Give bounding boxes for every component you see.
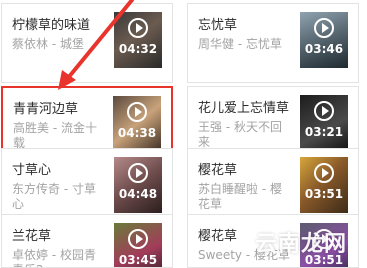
play-icon[interactable] bbox=[127, 102, 147, 122]
play-icon[interactable] bbox=[128, 18, 148, 38]
song-title[interactable]: 兰花草 bbox=[12, 225, 107, 244]
song-title[interactable]: 花儿爱上忘情草 bbox=[198, 97, 293, 116]
song-artist: 东方传奇 - 寸草心 bbox=[12, 182, 96, 211]
play-icon[interactable] bbox=[314, 18, 334, 38]
album-thumbnail[interactable]: 03:51 bbox=[300, 157, 348, 213]
play-icon[interactable] bbox=[128, 229, 148, 249]
song-title[interactable]: 柠檬草的味道 bbox=[12, 14, 107, 33]
duration-label: 03:45 bbox=[118, 253, 158, 267]
album-thumbnail[interactable]: 04:38 bbox=[113, 96, 161, 152]
song-artist: 蔡依林 - 城堡 bbox=[12, 37, 84, 51]
duration-label: 04:32 bbox=[118, 42, 158, 56]
album-thumbnail[interactable]: 03:21 bbox=[300, 95, 348, 151]
song-card-2[interactable]: 忘忧草 周华健 - 忘忧草 03:46 bbox=[187, 3, 359, 83]
song-artist: 高胜美 - 流金十载 bbox=[13, 121, 97, 150]
duration-label: 04:38 bbox=[117, 126, 157, 140]
play-icon[interactable] bbox=[314, 101, 334, 121]
song-title[interactable]: 寸草心 bbox=[12, 159, 107, 178]
song-title[interactable]: 忘忧草 bbox=[198, 14, 293, 33]
song-artist: 卓依婷 - 校园青青乐2 bbox=[12, 248, 96, 267]
song-card-1[interactable]: 柠檬草的味道 蔡依林 - 城堡 04:32 bbox=[1, 3, 173, 83]
song-artist: 周华健 - 忘忧草 bbox=[198, 37, 282, 51]
duration-label: 03:21 bbox=[304, 125, 344, 139]
play-icon[interactable] bbox=[128, 163, 148, 183]
duration-label: 03:51 bbox=[304, 187, 344, 201]
song-title[interactable]: 青青河边草 bbox=[13, 98, 108, 117]
album-thumbnail[interactable]: 04:48 bbox=[114, 157, 162, 213]
album-thumbnail[interactable]: 04:32 bbox=[114, 12, 162, 68]
duration-label: 03:46 bbox=[304, 42, 344, 56]
play-icon[interactable] bbox=[314, 163, 334, 183]
song-artist: 王强 - 秋天不回来 bbox=[198, 120, 282, 149]
duration-label: 04:48 bbox=[118, 187, 158, 201]
song-card-7[interactable]: 兰花草 卓依婷 - 校园青青乐2 03:45 bbox=[1, 214, 173, 268]
watermark-text: 云南龙网 bbox=[254, 232, 347, 257]
album-thumbnail[interactable]: 03:46 bbox=[300, 12, 348, 68]
song-title[interactable]: 樱花草 bbox=[198, 159, 293, 178]
song-artist: 苏白睡醒啦 - 樱花草 bbox=[198, 182, 282, 211]
album-thumbnail[interactable]: 03:45 bbox=[114, 223, 162, 267]
